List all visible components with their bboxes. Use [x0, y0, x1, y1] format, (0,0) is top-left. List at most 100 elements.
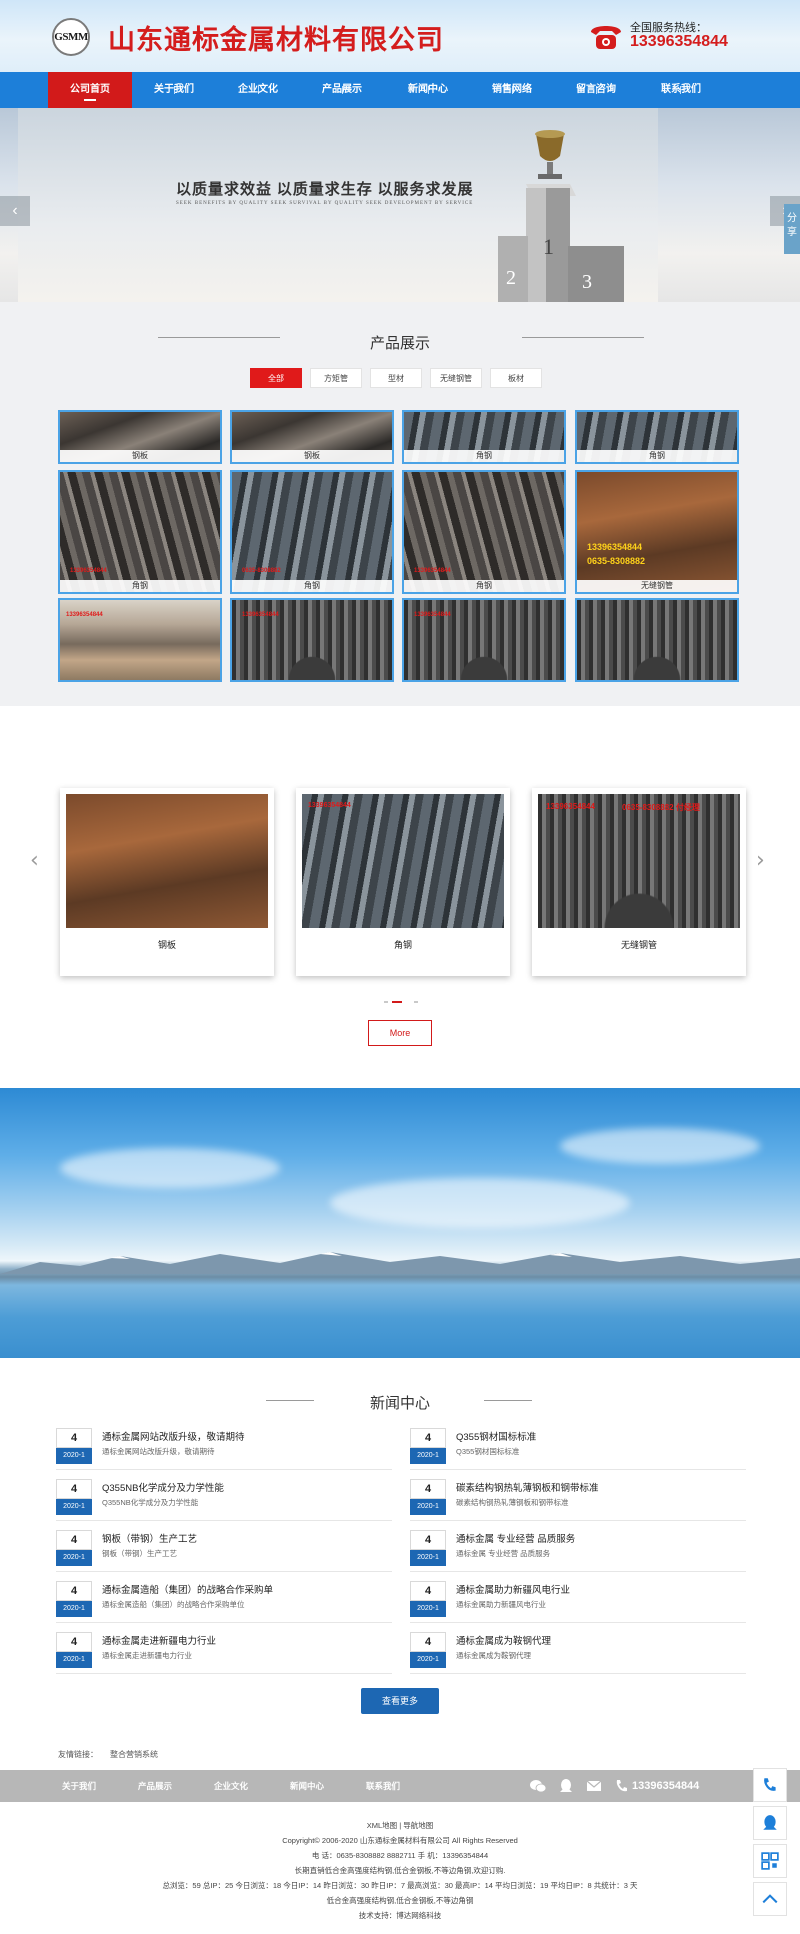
news-title-link[interactable]: Q355NB化学成分及力学性能	[102, 1480, 224, 1494]
tab-plate[interactable]: 板材	[490, 368, 542, 388]
friend-link[interactable]: 整合营销系统	[110, 1749, 158, 1760]
product-image	[404, 472, 564, 592]
news-year-month: 2020-1	[56, 1601, 92, 1617]
view-more-button[interactable]: 查看更多	[361, 1688, 439, 1714]
product-card[interactable]: 角钢	[575, 410, 739, 464]
news-item[interactable]: 4 2020-1 钢板（带钢）生产工艺 钢板（带钢）生产工艺	[56, 1528, 392, 1572]
news-item[interactable]: 4 2020-1 Q355NB化学成分及力学性能 Q355NB化学成分及力学性能	[56, 1477, 392, 1521]
float-phone-button[interactable]	[753, 1768, 787, 1802]
footer-sitemap-links[interactable]: XML地图 | 导航地图	[0, 1820, 800, 1831]
more-button[interactable]: More	[368, 1020, 432, 1046]
nav-item-culture[interactable]: 企业文化	[216, 72, 300, 108]
product-card[interactable]: 角钢	[402, 410, 566, 464]
nav-item-sales-network[interactable]: 销售网络	[470, 72, 554, 108]
news-item[interactable]: 4 2020-1 通标金属走进新疆电力行业 通标金属走进新疆电力行业	[56, 1630, 392, 1674]
product-card[interactable]: 钢板	[230, 410, 394, 464]
nav-item-home[interactable]: 公司首页	[48, 72, 132, 108]
carousel-card[interactable]: 13396354844 0635-8308882 付经理 无缝钢管	[532, 788, 746, 976]
float-qq-button[interactable]	[753, 1806, 787, 1840]
news-item[interactable]: 4 2020-1 通标金属助力新疆风电行业 通标金属助力新疆风电行业	[410, 1579, 746, 1623]
nav-item-message[interactable]: 留言咨询	[554, 72, 638, 108]
product-card[interactable]: 13396354844 角钢	[402, 470, 566, 594]
news-item[interactable]: 4 2020-1 通标金属造船（集团）的战略合作采购单 通标金属造船（集团）的战…	[56, 1579, 392, 1623]
news-item[interactable]: 4 2020-1 Q355钢材国标标准 Q355钢材国标标准	[410, 1426, 746, 1470]
news-item[interactable]: 4 2020-1 通标金属 专业经营 品质服务 通标金属 专业经营 品质服务	[410, 1528, 746, 1572]
image-overlay-text: 13396354844	[414, 612, 451, 618]
news-title-link[interactable]: 通标金属成为鞍钢代理	[456, 1633, 551, 1647]
nav-item-products[interactable]: 产品展示	[300, 72, 384, 108]
product-caption: 钢板	[232, 450, 392, 462]
tab-square-tube[interactable]: 方矩管	[310, 368, 362, 388]
product-image	[60, 472, 220, 592]
tab-seamless-pipe[interactable]: 无缝钢管	[430, 368, 482, 388]
trophy-podium-illustration: 1 2 3	[498, 130, 624, 302]
footer-keywords: 长期直销低合金高强度结构钢,低合金钢板,不等边角钢,欢迎订购.	[294, 1866, 506, 1875]
news-day: 4	[56, 1530, 92, 1550]
news-summary: 通标金属助力新疆风电行业	[456, 1600, 546, 1609]
news-title-link[interactable]: 通标金属 专业经营 品质服务	[456, 1531, 575, 1545]
footer: XML地图 | 导航地图 Copyright© 2006-2020 山东通标金属…	[0, 1802, 800, 1934]
carousel-image	[302, 794, 504, 928]
carousel-next-arrow[interactable]: ›	[756, 848, 765, 873]
news-day: 4	[56, 1428, 92, 1448]
product-card[interactable]: 13396354844 0635-8308882 无缝钢管	[575, 470, 739, 594]
news-title-link[interactable]: Q355钢材国标标准	[456, 1429, 536, 1443]
company-logo[interactable]: GSMM	[52, 18, 90, 56]
news-title-link[interactable]: 通标金属造船（集团）的战略合作采购单	[102, 1582, 273, 1596]
product-card[interactable]: 13396354844	[230, 598, 394, 682]
news-year-month: 2020-1	[56, 1652, 92, 1668]
carousel-card[interactable]: 钢板	[60, 788, 274, 976]
share-tab[interactable]: 分享	[784, 204, 800, 254]
news-summary: 通标金属造船（集团）的战略合作采购单位	[102, 1600, 245, 1609]
news-title-link[interactable]: 通标金属助力新疆风电行业	[456, 1582, 570, 1596]
carousel-card[interactable]: 13396354844 角钢	[296, 788, 510, 976]
product-caption: 角钢	[404, 580, 564, 592]
qq-icon	[763, 1815, 777, 1830]
tab-all[interactable]: 全部	[250, 368, 302, 388]
product-image	[232, 472, 392, 592]
news-year-month: 2020-1	[410, 1601, 446, 1617]
news-title-link[interactable]: 钢板（带钢）生产工艺	[102, 1531, 197, 1545]
carousel-dot[interactable]	[414, 1001, 418, 1003]
nav-item-news[interactable]: 新闻中心	[386, 72, 470, 108]
news-day: 4	[410, 1530, 446, 1550]
product-card[interactable]: 13396354844 角钢	[58, 470, 222, 594]
wechat-icon[interactable]	[530, 1778, 546, 1794]
news-item[interactable]: 4 2020-1 通标金属成为鞍钢代理 通标金属成为鞍钢代理	[410, 1630, 746, 1674]
carousel-dot[interactable]	[384, 1001, 388, 1003]
nav-item-contact[interactable]: 联系我们	[639, 72, 723, 108]
product-card[interactable]: 0635-8308882 角钢	[230, 470, 394, 594]
news-title-link[interactable]: 碳素结构钢热轧薄钢板和钢带标准	[456, 1480, 599, 1494]
product-caption: 角钢	[60, 580, 220, 592]
footer-nav-products[interactable]: 产品展示	[138, 1770, 172, 1802]
product-card[interactable]: 钢板	[58, 410, 222, 464]
product-card[interactable]: 13396354844	[402, 598, 566, 682]
image-overlay-text: 13396354844	[414, 568, 451, 574]
footer-nav-contact[interactable]: 联系我们	[366, 1770, 400, 1802]
product-card[interactable]: 13396354844	[58, 598, 222, 682]
footer-nav-culture[interactable]: 企业文化	[214, 1770, 248, 1802]
footer-contact: 电 话：0635-8308882 8882711 手 机：13396354844	[311, 1851, 489, 1860]
nav-item-about[interactable]: 关于我们	[132, 72, 216, 108]
news-summary: 通标金属走进新疆电力行业	[102, 1651, 192, 1660]
news-title-link[interactable]: 通标金属网站改版升级，敬请期待	[102, 1429, 245, 1443]
mail-icon[interactable]	[586, 1778, 602, 1794]
news-year-month: 2020-1	[410, 1499, 446, 1515]
carousel-dot-active[interactable]	[392, 1001, 402, 1003]
news-item[interactable]: 4 2020-1 碳素结构钢热轧薄钢板和钢带标准 碳素结构钢热轧薄钢板和钢带标准	[410, 1477, 746, 1521]
carousel-prev-arrow[interactable]: ‹	[30, 848, 39, 873]
cloud-decor	[560, 1128, 760, 1164]
footer-nav-about[interactable]: 关于我们	[62, 1770, 96, 1802]
back-to-top-button[interactable]	[753, 1882, 787, 1916]
news-title-link[interactable]: 通标金属走进新疆电力行业	[102, 1633, 216, 1647]
product-card[interactable]	[575, 598, 739, 682]
float-qrcode-button[interactable]	[753, 1844, 787, 1878]
qq-icon[interactable]	[558, 1778, 574, 1794]
tab-profile[interactable]: 型材	[370, 368, 422, 388]
banner-prev-arrow[interactable]: ‹	[0, 196, 30, 226]
news-item[interactable]: 4 2020-1 通标金属网站改版升级，敬请期待 通标金属网站改版升级，敬请期待	[56, 1426, 392, 1470]
footer-nav-news[interactable]: 新闻中心	[290, 1770, 324, 1802]
footer-phone-number[interactable]: 13396354844	[632, 1770, 699, 1802]
banner-slogan-sub: SEEK BENEFITS BY QUALITY SEEK SURVIVAL B…	[176, 201, 474, 206]
hotline-number[interactable]: 13396354844	[630, 33, 728, 51]
